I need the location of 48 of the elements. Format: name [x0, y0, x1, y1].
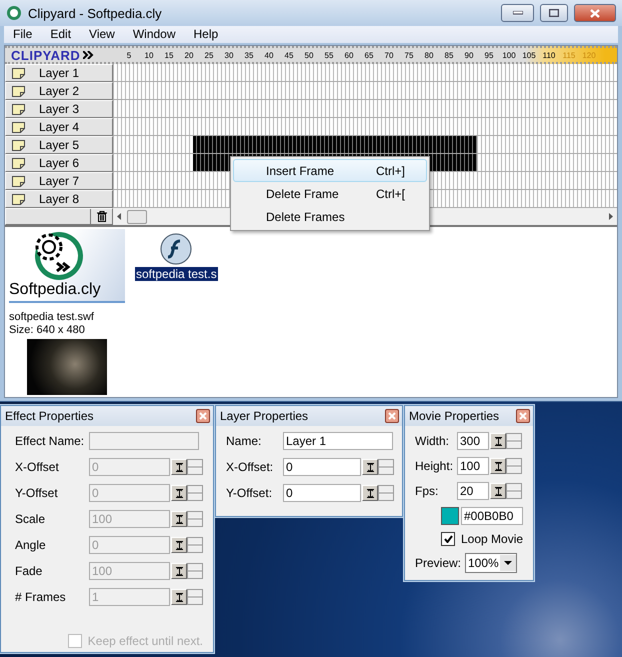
ruler-tick-label: 45 — [284, 50, 294, 60]
ruler-tick-label: 15 — [164, 50, 174, 60]
checkbox-label: Loop Movie — [461, 532, 524, 546]
panel-title: Movie Properties — [409, 409, 500, 423]
field-label: Fps: — [415, 484, 440, 498]
field-label: X-Offset — [15, 460, 60, 474]
file-size: Size: 640 x 480 — [9, 324, 86, 337]
ruler-tick-label: 35 — [244, 50, 254, 60]
field-label: Name: — [226, 434, 262, 448]
ruler-tick-label: 25 — [204, 50, 214, 60]
field-label: X-Offset: — [226, 460, 274, 474]
field-label: Preview: — [415, 556, 462, 570]
field-label: Angle — [15, 538, 47, 552]
ruler-tick-label: 65 — [364, 50, 374, 60]
ruler-tick-label: 40 — [264, 50, 274, 60]
ruler-tick-label: 105 — [521, 50, 537, 60]
panel-title: Effect Properties — [5, 409, 94, 423]
field-label: # Frames — [15, 590, 67, 604]
file-name: softpedia test.swf — [9, 311, 95, 324]
ruler-tick-label: 50 — [304, 50, 314, 60]
ruler-tick-label: 110 — [542, 50, 556, 60]
ruler-tick-label: 95 — [484, 50, 494, 60]
field-label: Fade — [15, 564, 44, 578]
ruler-tick-label: 70 — [384, 50, 394, 60]
ruler-tick-label: 90 — [464, 50, 474, 60]
window-title: Clipyard - Softpedia.cly — [28, 6, 163, 20]
ruler-tick-label: 85 — [444, 50, 454, 60]
project-title: Softpedia.cly — [9, 281, 101, 299]
checkbox-label: Keep effect until next. — [88, 634, 203, 648]
ruler-tick-label: 100 — [501, 50, 517, 60]
field-label: Y-Offset — [15, 486, 59, 500]
panel-title: Layer Properties — [220, 409, 308, 423]
app-logo: CLIPYARD — [11, 48, 80, 62]
ruler-tick-label: 30 — [224, 50, 234, 60]
field-label: Width: — [415, 434, 450, 448]
field-label: Height: — [415, 459, 454, 473]
ruler-tick-label: 75 — [404, 50, 414, 60]
ruler-tick-label: 5 — [126, 50, 132, 60]
ruler-tick-label: 60 — [344, 50, 354, 60]
ruler-tick-label: 10 — [144, 50, 154, 60]
ruler-tick-label: 20 — [184, 50, 194, 60]
field-label: Scale — [15, 512, 46, 526]
field-label: Y-Offset: — [226, 486, 274, 500]
ruler-tick-label: 55 — [324, 50, 334, 60]
ruler-tick-label: 80 — [424, 50, 434, 60]
ruler-tick-label: 120 — [581, 50, 597, 60]
field-label: Effect Name: — [15, 434, 86, 448]
ruler-tick-label: 115 — [562, 50, 576, 60]
